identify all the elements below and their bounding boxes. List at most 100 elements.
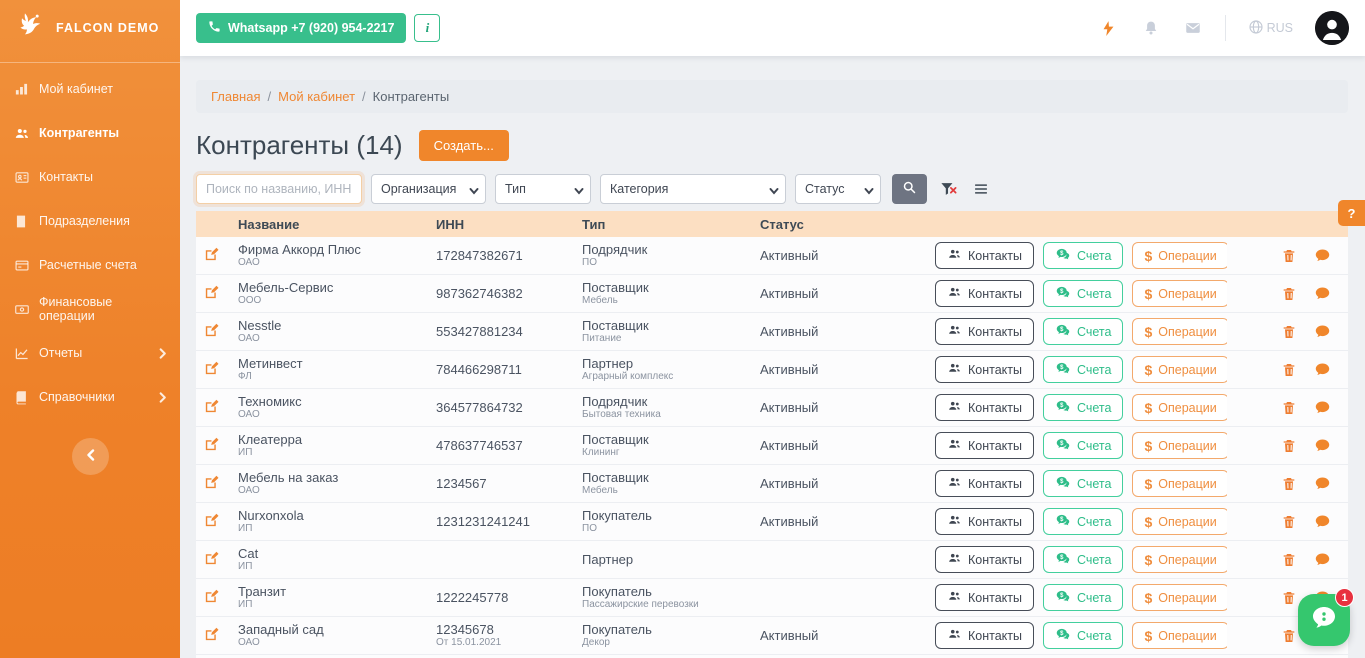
sidebar-item-departments[interactable]: Подразделения xyxy=(0,199,180,243)
type-select[interactable]: Тип xyxy=(495,174,591,204)
accounts-button[interactable]: $ Счета xyxy=(1043,242,1123,269)
breadcrumb-cabinet[interactable]: Мой кабинет xyxy=(278,89,355,104)
info-button[interactable]: i xyxy=(414,14,440,42)
breadcrumb-home[interactable]: Главная xyxy=(211,89,260,104)
sidebar-item-my-cabinet[interactable]: Мой кабинет xyxy=(0,67,180,111)
comment-button[interactable] xyxy=(1313,437,1331,455)
operations-button[interactable]: $ Операции xyxy=(1132,280,1227,307)
chat-widget[interactable]: 1 xyxy=(1298,594,1350,646)
edit-button[interactable] xyxy=(201,626,221,646)
list-view-icon[interactable] xyxy=(969,177,993,201)
edit-button[interactable] xyxy=(201,436,221,456)
delete-button[interactable] xyxy=(1280,589,1298,607)
status-select[interactable]: Статус xyxy=(795,174,881,204)
edit-button[interactable] xyxy=(201,322,221,342)
bell-icon[interactable] xyxy=(1141,18,1161,38)
operations-button[interactable]: $ Операции xyxy=(1132,508,1227,535)
reports-icon xyxy=(14,345,30,361)
delete-button[interactable] xyxy=(1280,475,1298,493)
create-button[interactable]: Создать... xyxy=(419,130,509,161)
clear-filter-icon[interactable] xyxy=(936,177,960,201)
operations-button[interactable]: $ Операции xyxy=(1132,242,1227,269)
edit-button[interactable] xyxy=(201,284,221,304)
accounts-button[interactable]: $ Счета xyxy=(1043,584,1123,611)
delete-button[interactable] xyxy=(1280,627,1298,645)
accounts-button[interactable]: $ Счета xyxy=(1043,280,1123,307)
accounts-button[interactable]: $ Счета xyxy=(1043,356,1123,383)
sidebar-item-settlement-accounts[interactable]: Расчетные счета xyxy=(0,243,180,287)
operations-button[interactable]: $ Операции xyxy=(1132,356,1227,383)
accounts-button[interactable]: $ Счета xyxy=(1043,622,1123,649)
contacts-label: Контакты xyxy=(968,553,1022,567)
contacts-button[interactable]: Контакты xyxy=(935,584,1034,611)
contacts-button[interactable]: Контакты xyxy=(935,318,1034,345)
main-content: Главная / Мой кабинет / Контрагенты Конт… xyxy=(180,56,1365,658)
category-select[interactable]: Категория xyxy=(600,174,786,204)
edit-button[interactable] xyxy=(201,474,221,494)
sidebar-divider xyxy=(0,62,180,63)
delete-button[interactable] xyxy=(1280,551,1298,569)
search-input[interactable] xyxy=(196,174,362,204)
accounts-button[interactable]: $ Счета xyxy=(1043,318,1123,345)
comment-button[interactable] xyxy=(1313,513,1331,531)
delete-button[interactable] xyxy=(1280,361,1298,379)
delete-button[interactable] xyxy=(1280,323,1298,341)
accounts-button[interactable]: $ Счета xyxy=(1043,432,1123,459)
edit-button[interactable] xyxy=(201,360,221,380)
edit-button[interactable] xyxy=(201,550,221,570)
comment-button[interactable] xyxy=(1313,399,1331,417)
users-icon xyxy=(947,285,962,302)
accounts-button[interactable]: $ Счета xyxy=(1043,546,1123,573)
operations-button[interactable]: $ Операции xyxy=(1132,318,1227,345)
language-switcher[interactable]: RUS xyxy=(1248,19,1293,38)
status-badge: Активный xyxy=(760,286,935,301)
search-button[interactable] xyxy=(892,174,927,204)
sidebar-item-contractors[interactable]: Контрагенты xyxy=(0,111,180,155)
delete-button[interactable] xyxy=(1280,437,1298,455)
delete-button[interactable] xyxy=(1280,247,1298,265)
operations-button[interactable]: $ Операции xyxy=(1132,470,1227,497)
operations-button[interactable]: $ Операции xyxy=(1132,432,1227,459)
comments-dollar-icon: $ xyxy=(1055,589,1071,607)
sidebar-item-contacts[interactable]: Контакты xyxy=(0,155,180,199)
organization-select[interactable]: Организация xyxy=(371,174,486,204)
avatar[interactable] xyxy=(1315,11,1349,45)
comment-button[interactable] xyxy=(1313,475,1331,493)
accounts-button[interactable]: $ Счета xyxy=(1043,394,1123,421)
contacts-button[interactable]: Контакты xyxy=(935,546,1034,573)
contacts-button[interactable]: Контакты xyxy=(935,280,1034,307)
whatsapp-button[interactable]: Whatsapp +7 (920) 954-2217 xyxy=(196,13,406,43)
comment-button[interactable] xyxy=(1313,285,1331,303)
edit-button[interactable] xyxy=(201,398,221,418)
contacts-button[interactable]: Контакты xyxy=(935,508,1034,535)
contacts-button[interactable]: Контакты xyxy=(935,432,1034,459)
contacts-button[interactable]: Контакты xyxy=(935,394,1034,421)
help-tab[interactable]: ? xyxy=(1338,200,1365,226)
sidebar-collapse-button[interactable] xyxy=(72,438,109,475)
delete-button[interactable] xyxy=(1280,513,1298,531)
sidebar-item-reports[interactable]: Отчеты xyxy=(0,331,180,375)
envelope-icon[interactable] xyxy=(1183,18,1203,38)
sidebar-item-directories[interactable]: Справочники xyxy=(0,375,180,419)
lightning-icon[interactable] xyxy=(1099,18,1119,38)
contacts-button[interactable]: Контакты xyxy=(935,242,1034,269)
edit-button[interactable] xyxy=(201,588,221,608)
delete-button[interactable] xyxy=(1280,285,1298,303)
accounts-button[interactable]: $ Счета xyxy=(1043,508,1123,535)
contacts-button[interactable]: Контакты xyxy=(935,470,1034,497)
comment-button[interactable] xyxy=(1313,551,1331,569)
edit-button[interactable] xyxy=(201,246,221,266)
operations-button[interactable]: $ Операции xyxy=(1132,394,1227,421)
edit-button[interactable] xyxy=(201,512,221,532)
delete-button[interactable] xyxy=(1280,399,1298,417)
contacts-button[interactable]: Контакты xyxy=(935,622,1034,649)
contacts-button[interactable]: Контакты xyxy=(935,356,1034,383)
comment-button[interactable] xyxy=(1313,247,1331,265)
comment-button[interactable] xyxy=(1313,323,1331,341)
operations-button[interactable]: $ Операции xyxy=(1132,584,1227,611)
operations-button[interactable]: $ Операции xyxy=(1132,546,1227,573)
accounts-button[interactable]: $ Счета xyxy=(1043,470,1123,497)
comment-button[interactable] xyxy=(1313,361,1331,379)
sidebar-item-financial-operations[interactable]: Финансовые операции xyxy=(0,287,180,331)
operations-button[interactable]: $ Операции xyxy=(1132,622,1227,649)
